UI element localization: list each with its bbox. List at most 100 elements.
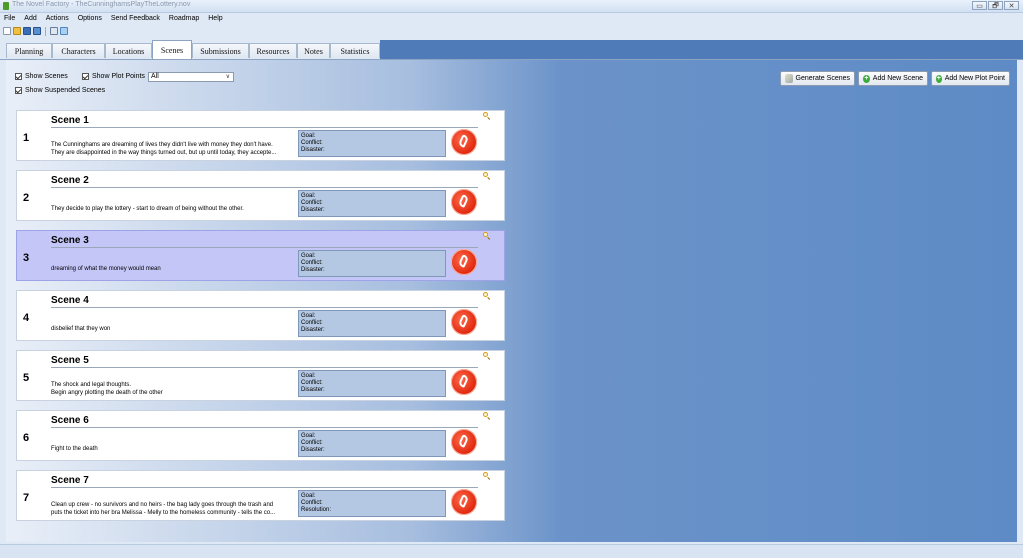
checkbox-label: Show Plot Points: [92, 73, 145, 80]
scene-card-3[interactable]: 3 Scene 3 dreaming of what the money wou…: [16, 230, 505, 281]
magnifier-icon[interactable]: [483, 412, 491, 420]
goal-conflict-disaster-box[interactable]: Goal: Conflict: Disaster:: [298, 430, 446, 457]
goal-conflict-disaster-box[interactable]: Goal: Conflict: Disaster:: [298, 190, 446, 217]
disaster-label: Disaster:: [301, 327, 325, 333]
tab-strip: Planning Characters Locations Scenes Sub…: [0, 39, 1023, 60]
tab-planning[interactable]: Planning: [6, 43, 52, 58]
tab-notes[interactable]: Notes: [297, 43, 330, 58]
show-plot-points-checkbox[interactable]: Show Plot Points: [82, 73, 145, 80]
goal-label: Goal:: [301, 133, 316, 139]
checkbox-box[interactable]: [15, 73, 22, 80]
magnifier-icon[interactable]: [483, 352, 491, 360]
add-new-plot-point-button[interactable]: + Add New Plot Point: [931, 71, 1010, 86]
close-button[interactable]: ✕: [1004, 1, 1019, 10]
magnifier-icon[interactable]: [483, 112, 491, 120]
magnifier-icon[interactable]: [483, 472, 491, 480]
status-bar: [0, 544, 1023, 558]
goal-label: Goal:: [301, 433, 316, 439]
goal-conflict-disaster-box[interactable]: Goal: Conflict: Disaster:: [298, 370, 446, 397]
scene-type-badge-icon[interactable]: [451, 249, 477, 275]
scene-description-line: They are disappointed in the way things …: [51, 150, 277, 156]
maximize-button[interactable]: 🗗: [988, 1, 1003, 10]
disaster-label: Disaster:: [301, 447, 325, 453]
scene-description-line: Begin angry plotting the death of the ot…: [51, 390, 163, 396]
goal-label: Goal:: [301, 493, 316, 499]
magnifier-icon[interactable]: [483, 232, 491, 240]
goal-label: Goal:: [301, 193, 316, 199]
scene-divider: [51, 187, 478, 188]
scene-type-badge-icon[interactable]: [451, 489, 477, 515]
scene-number: 1: [23, 132, 30, 144]
app-window: The Novel Factory - TheCunninghamsPlayTh…: [0, 0, 1023, 558]
tab-scenes[interactable]: Scenes: [152, 40, 192, 59]
tab-locations[interactable]: Locations: [105, 43, 152, 58]
tab-characters[interactable]: Characters: [52, 43, 105, 58]
menu-roadmap[interactable]: Roadmap: [169, 13, 199, 25]
plus-icon: +: [863, 74, 870, 83]
goal-conflict-resolution-box[interactable]: Goal: Conflict: Resolution:: [298, 490, 446, 517]
scene-description: They decide to play the lottery - start …: [51, 205, 297, 213]
menu-actions[interactable]: Actions: [46, 13, 69, 25]
show-suspended-scenes-checkbox[interactable]: Show Suspended Scenes: [15, 87, 105, 94]
tab-resources[interactable]: Resources: [249, 43, 297, 58]
scene-title: Scene 5: [51, 355, 89, 366]
menu-help[interactable]: Help: [208, 13, 222, 25]
tab-statistics[interactable]: Statistics: [330, 43, 380, 58]
scene-card-2[interactable]: 2 Scene 2 They decide to play the lotter…: [16, 170, 505, 221]
save-as-icon[interactable]: [33, 27, 41, 35]
magnifier-icon[interactable]: [483, 292, 491, 300]
conflict-label: Conflict:: [301, 140, 323, 146]
plot-points-filter-select[interactable]: All ∨: [148, 72, 234, 82]
scene-description-line: Clean up crew - no survivors and no heir…: [51, 502, 274, 508]
export-icon[interactable]: [60, 27, 68, 35]
scene-type-badge-icon[interactable]: [451, 129, 477, 155]
scene-description-line: puts the ticket into her bra Melissa - M…: [51, 510, 276, 516]
plus-icon: +: [936, 74, 942, 83]
menu-file[interactable]: File: [4, 13, 15, 25]
scene-card-7[interactable]: 7 Scene 7 Clean up crew - no survivors a…: [16, 470, 505, 521]
scene-divider: [51, 247, 478, 248]
scene-card-1[interactable]: 1 Scene 1 The Cunninghams are dreaming o…: [16, 110, 505, 161]
generate-scenes-button[interactable]: Generate Scenes: [780, 71, 855, 86]
scene-description-line: The Cunninghams are dreaming of lives th…: [51, 142, 273, 148]
open-folder-icon[interactable]: [13, 27, 21, 35]
goal-label: Goal:: [301, 253, 316, 259]
scene-type-badge-icon[interactable]: [451, 309, 477, 335]
new-file-icon[interactable]: [3, 27, 11, 35]
save-icon[interactable]: [23, 27, 31, 35]
scene-description: disbelief that they won: [51, 325, 297, 333]
checkbox-box[interactable]: [15, 87, 22, 94]
scene-description: dreaming of what the money would mean: [51, 265, 297, 273]
checkbox-box[interactable]: [82, 73, 89, 80]
tab-submissions[interactable]: Submissions: [192, 43, 249, 58]
button-label: Generate Scenes: [795, 75, 850, 82]
magnifier-icon[interactable]: [483, 172, 491, 180]
minimize-button[interactable]: ▭: [972, 1, 987, 10]
scene-description-line: Fight to the death: [51, 446, 98, 452]
scene-number: 3: [23, 252, 30, 264]
scene-card-6[interactable]: 6 Scene 6 Fight to the death Goal: Confl…: [16, 410, 505, 461]
scene-card-5[interactable]: 5 Scene 5 The shock and legal thoughts. …: [16, 350, 505, 401]
goal-conflict-disaster-box[interactable]: Goal: Conflict: Disaster:: [298, 130, 446, 157]
disaster-label: Disaster:: [301, 147, 325, 153]
disaster-label: Disaster:: [301, 267, 325, 273]
menu-send-feedback[interactable]: Send Feedback: [111, 13, 160, 25]
scene-divider: [51, 367, 478, 368]
scene-type-badge-icon[interactable]: [451, 369, 477, 395]
menu-options[interactable]: Options: [78, 13, 102, 25]
scene-description-line: They decide to play the lottery - start …: [51, 206, 244, 212]
scene-type-badge-icon[interactable]: [451, 189, 477, 215]
print-icon[interactable]: [50, 27, 58, 35]
scene-type-badge-icon[interactable]: [451, 429, 477, 455]
conflict-label: Conflict:: [301, 200, 323, 206]
scenes-panel: Show Scenes Show Plot Points All ∨ Show …: [6, 60, 1017, 542]
menu-add[interactable]: Add: [24, 13, 36, 25]
button-label: Add New Plot Point: [944, 75, 1005, 82]
add-new-scene-button[interactable]: + Add New Scene: [858, 71, 928, 86]
goal-conflict-disaster-box[interactable]: Goal: Conflict: Disaster:: [298, 250, 446, 277]
show-scenes-checkbox[interactable]: Show Scenes: [15, 73, 68, 80]
chevron-down-icon[interactable]: ∨: [226, 73, 230, 81]
goal-conflict-disaster-box[interactable]: Goal: Conflict: Disaster:: [298, 310, 446, 337]
scene-card-4[interactable]: 4 Scene 4 disbelief that they won Goal: …: [16, 290, 505, 341]
wand-icon: [785, 74, 793, 83]
